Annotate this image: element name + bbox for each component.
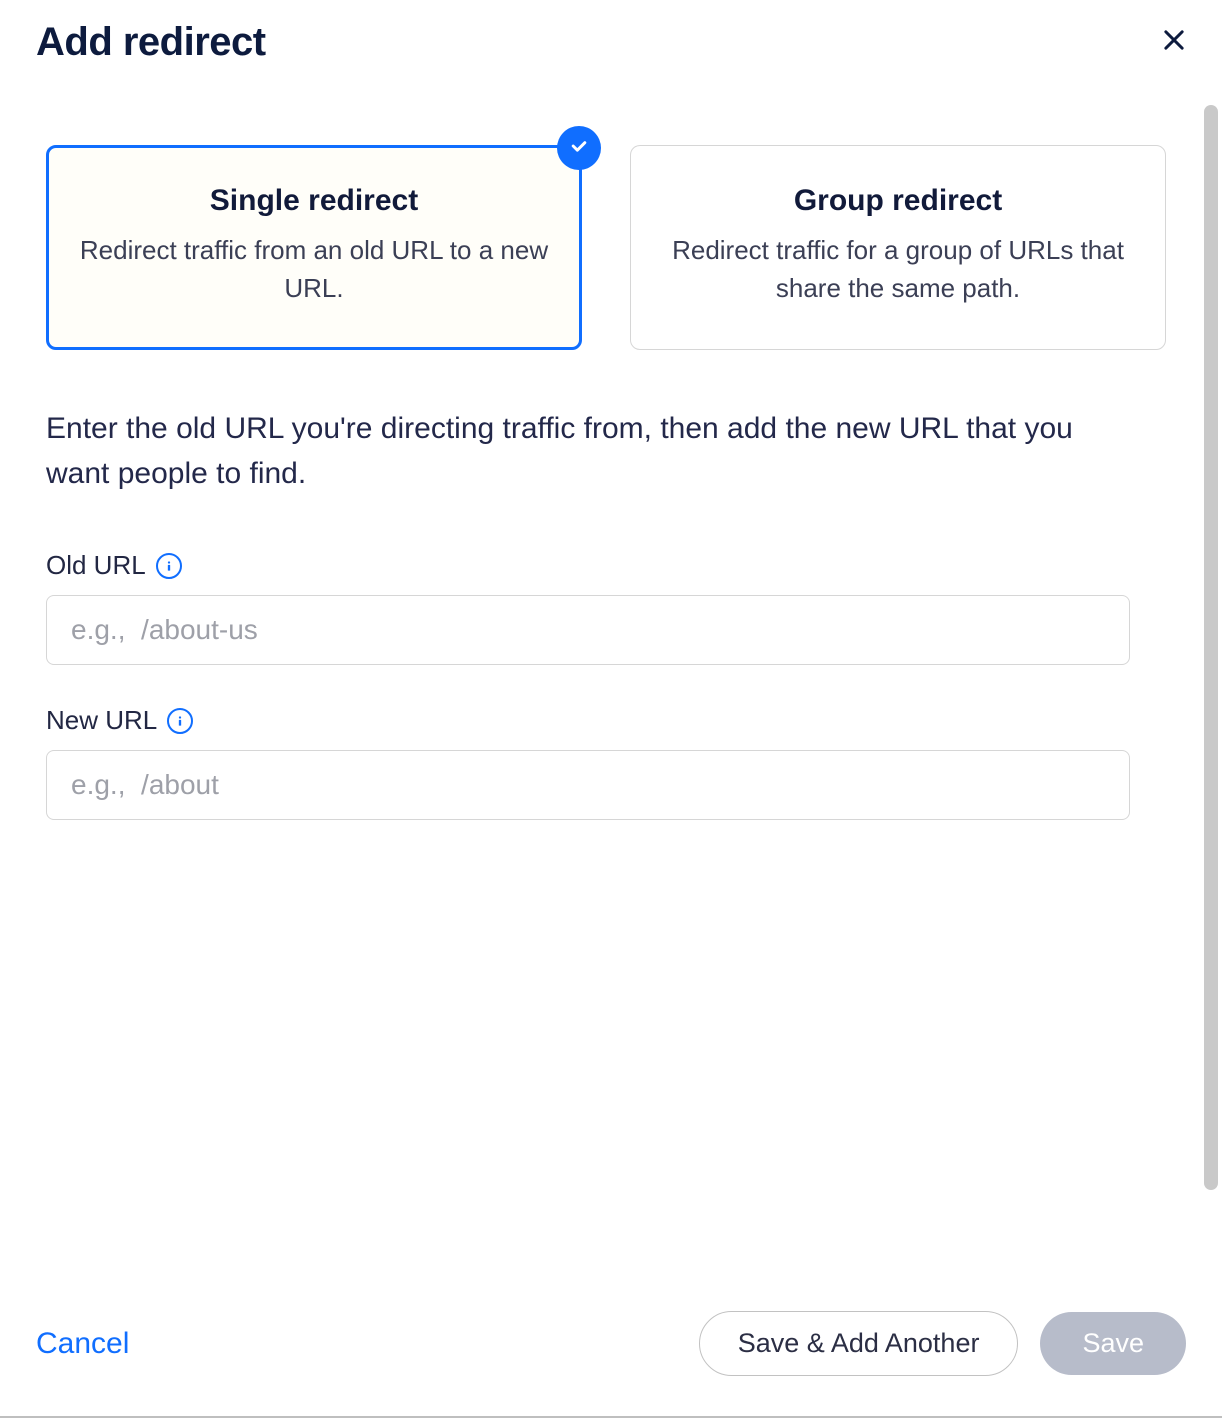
info-icon[interactable] bbox=[167, 708, 193, 734]
old-url-field-group: Old URL bbox=[46, 550, 1166, 665]
close-icon bbox=[1160, 42, 1188, 57]
option-title: Group redirect bbox=[661, 184, 1135, 218]
modal-header: Add redirect bbox=[0, 0, 1222, 65]
selected-badge bbox=[557, 126, 601, 170]
new-url-field-group: New URL bbox=[46, 705, 1166, 820]
option-description: Redirect traffic for a group of URLs tha… bbox=[661, 232, 1135, 307]
check-icon bbox=[569, 136, 589, 161]
new-url-label: New URL bbox=[46, 705, 157, 736]
save-add-another-button[interactable]: Save & Add Another bbox=[699, 1311, 1019, 1376]
info-icon[interactable] bbox=[156, 553, 182, 579]
field-label-row: Old URL bbox=[46, 550, 1166, 581]
modal-footer: Cancel Save & Add Another Save bbox=[0, 1311, 1222, 1418]
instruction-text: Enter the old URL you're directing traff… bbox=[46, 406, 1166, 496]
cancel-button[interactable]: Cancel bbox=[36, 1327, 129, 1361]
option-title: Single redirect bbox=[77, 184, 551, 218]
modal-content: Single redirect Redirect traffic from an… bbox=[0, 65, 1222, 1311]
old-url-input[interactable] bbox=[46, 595, 1130, 665]
footer-buttons: Save & Add Another Save bbox=[699, 1311, 1186, 1376]
save-button[interactable]: Save bbox=[1040, 1312, 1186, 1375]
redirect-type-options: Single redirect Redirect traffic from an… bbox=[46, 145, 1166, 350]
field-label-row: New URL bbox=[46, 705, 1166, 736]
new-url-input[interactable] bbox=[46, 750, 1130, 820]
option-single-redirect[interactable]: Single redirect Redirect traffic from an… bbox=[46, 145, 582, 350]
old-url-label: Old URL bbox=[46, 550, 146, 581]
modal-title: Add redirect bbox=[36, 20, 266, 65]
scrollbar[interactable] bbox=[1204, 105, 1218, 1190]
option-group-redirect[interactable]: Group redirect Redirect traffic for a gr… bbox=[630, 145, 1166, 350]
option-description: Redirect traffic from an old URL to a ne… bbox=[77, 232, 551, 307]
close-button[interactable] bbox=[1154, 20, 1194, 63]
add-redirect-modal: Add redirect Single redire bbox=[0, 0, 1222, 1418]
